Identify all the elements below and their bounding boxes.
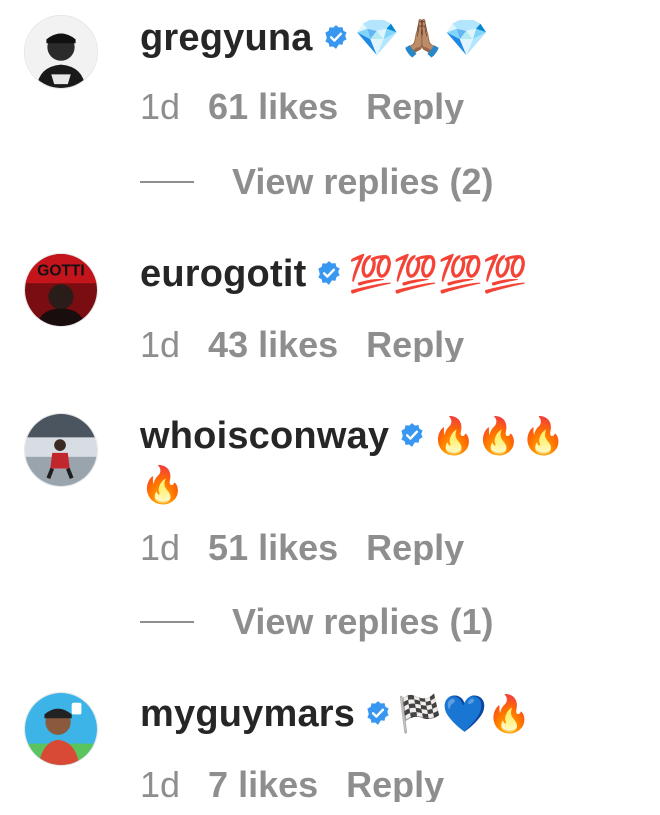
comment-username[interactable]: myguymars [140,693,355,735]
reply-button[interactable]: Reply [366,86,464,124]
verified-badge-icon [316,260,342,286]
comment-meta: 1d 43 likes Reply [140,322,492,362]
comment-meta: 1d 7 likes Reply [140,762,472,802]
likes-count[interactable]: 7 likes [208,764,318,802]
comment-text: 🏁💙🔥 [397,694,532,735]
comment-text-continued: 🔥 [140,465,185,506]
comment-timestamp: 1d [140,86,181,124]
verified-badge-icon [365,700,391,726]
view-replies-label: View replies (2) [232,161,494,202]
comment-meta: 1d 51 likes Reply [140,525,492,565]
comment-meta: 1d 61 likes Reply [140,84,492,124]
avatar[interactable] [24,692,98,766]
divider-dash [140,621,194,623]
reply-button[interactable]: Reply [346,764,444,802]
comment-text: 💎🙏🏽💎 [354,18,490,59]
verified-badge-icon [399,422,425,448]
divider-dash [140,181,194,183]
avatar[interactable] [24,15,98,89]
likes-count[interactable]: 61 likes [208,86,338,124]
comment-timestamp: 1d [140,764,181,802]
comment-text: 🔥🔥🔥 [431,416,566,457]
comment-username[interactable]: whoisconway [140,415,389,457]
comment-timestamp: 1d [140,527,181,565]
likes-count[interactable]: 43 likes [208,324,338,362]
likes-count[interactable]: 51 likes [208,527,338,565]
reply-button[interactable]: Reply [366,527,464,565]
comment-timestamp: 1d [140,324,181,362]
comment-text: 💯💯💯💯 [348,254,528,295]
avatar[interactable]: GOTTI [24,253,98,327]
reply-button[interactable]: Reply [366,324,464,362]
avatar[interactable] [24,413,98,487]
comment-username[interactable]: eurogotit [140,253,306,295]
view-replies-button[interactable]: View replies (2) [140,160,493,204]
verified-badge-icon [323,24,349,50]
view-replies-button[interactable]: View replies (1) [140,600,493,644]
comment-username[interactable]: gregyuna [140,17,313,59]
svg-text:GOTTI: GOTTI [37,262,85,279]
view-replies-label: View replies (1) [232,601,494,642]
